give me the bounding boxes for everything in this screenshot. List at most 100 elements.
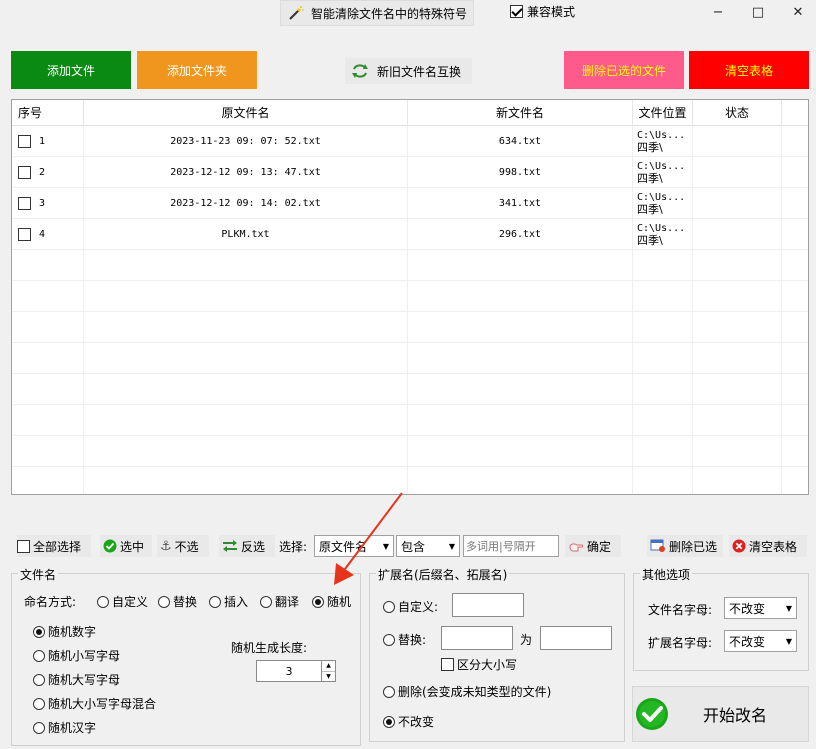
add-folder-button[interactable]: 添加文件夹 <box>137 51 257 89</box>
table-row[interactable]: 4 PLKM.txt 296.txt C:\Us... 四季\ <box>12 219 808 250</box>
delete-selected-files-button[interactable]: 删除已选的文件 <box>564 51 684 89</box>
case-sensitive-checkbox[interactable]: 区分大小写 <box>441 656 517 673</box>
radio-button[interactable] <box>33 649 45 662</box>
delete-selected-button[interactable]: 删除已选 <box>647 535 723 557</box>
start-rename-button[interactable]: 开始改名 <box>632 686 809 742</box>
mode-radio-translate[interactable]: 翻译 <box>260 593 299 610</box>
table-row[interactable]: 1 2023-11-23 09: 07: 52.txt 634.txt C:\Us..… <box>12 126 808 157</box>
radio-button[interactable] <box>97 595 109 608</box>
swap-names-button[interactable]: 新旧文件名互换 <box>345 58 472 84</box>
add-file-button[interactable]: 添加文件 <box>11 51 131 89</box>
random-chinese-radio[interactable]: 随机汉字 <box>33 719 96 736</box>
radio-button[interactable] <box>383 715 395 728</box>
cell-empty <box>84 405 408 436</box>
random-mixedcase-radio[interactable]: 随机大小写字母混合 <box>33 695 156 712</box>
app-title-button[interactable]: 智能清除文件名中的特殊符号 <box>280 0 474 26</box>
filename-group-title: 文件名 <box>18 566 59 583</box>
cell-empty <box>408 312 633 343</box>
random-option-label: 随机大小写字母混合 <box>48 697 157 711</box>
ext-case-select[interactable]: 不改变 ▼ <box>724 630 797 652</box>
minimize-button[interactable]: − <box>698 0 738 24</box>
table-row[interactable]: 2 2023-12-12 09: 13: 47.txt 998.txt C:\Us..… <box>12 157 808 188</box>
radio-button[interactable] <box>158 595 170 608</box>
clear-table-small-button[interactable]: 清空表格 <box>729 535 807 557</box>
mode-radio-replace[interactable]: 替换 <box>158 593 197 610</box>
header-original-name[interactable]: 原文件名 <box>84 100 408 126</box>
delete-selected-label: 删除已选 <box>669 539 718 554</box>
table-row[interactable]: 3 2023-12-12 09: 14: 02.txt 341.txt C:\Us..… <box>12 188 808 219</box>
radio-button[interactable] <box>33 697 45 710</box>
header-index[interactable]: 序号 <box>12 100 84 126</box>
file-table[interactable]: 序号 原文件名 新文件名 文件位置 状态 1 2023-11-23 09: 07:… <box>11 99 809 495</box>
radio-button[interactable] <box>312 595 324 608</box>
mode-radio-insert[interactable]: 插入 <box>209 593 248 610</box>
confirm-label: 确定 <box>587 539 612 554</box>
length-stepper[interactable]: 3 ▲ ▼ <box>256 660 336 682</box>
mode-radio-custom[interactable]: 自定义 <box>97 593 148 610</box>
clear-table-button[interactable]: 清空表格 <box>689 51 809 89</box>
keyword-input[interactable] <box>463 535 559 557</box>
cell-empty <box>12 281 84 312</box>
ext-replace-to-input[interactable] <box>540 626 612 650</box>
cell-empty <box>633 312 693 343</box>
select-all-check[interactable] <box>17 539 30 553</box>
case-sensitive-check[interactable] <box>441 658 454 671</box>
select-all-label: 全部选择 <box>33 539 82 554</box>
radio-button[interactable] <box>33 673 45 686</box>
select-all-checkbox[interactable]: 全部选择 <box>17 535 91 557</box>
cell-filler <box>782 219 808 250</box>
invert-label: 反选 <box>241 539 266 554</box>
ext-delete-radio[interactable]: 删除(会变成未知类型的文件) <box>383 683 551 700</box>
ext-custom-radio[interactable]: 自定义: <box>383 598 438 615</box>
length-label: 随机生成长度: <box>231 641 308 655</box>
ext-custom-input[interactable] <box>452 593 524 617</box>
table-row-empty <box>12 312 808 343</box>
stepper-up-icon[interactable]: ▲ <box>322 661 335 672</box>
cell-new-name: 998.txt <box>408 157 633 188</box>
compat-mode-checkbox[interactable]: 兼容模式 <box>510 3 575 20</box>
header-location[interactable]: 文件位置 <box>633 100 693 126</box>
stepper-down-icon[interactable]: ▼ <box>322 672 335 682</box>
maximize-button[interactable]: □ <box>738 0 778 24</box>
table-row-empty <box>12 281 808 312</box>
name-case-label: 文件名字母: <box>648 603 713 617</box>
row-index: 2 <box>39 167 46 178</box>
radio-button[interactable] <box>209 595 221 608</box>
cell-original-name: 2023-11-23 09: 07: 52.txt <box>84 126 408 157</box>
confirm-button[interactable]: 确定 <box>565 535 621 557</box>
row-checkbox[interactable] <box>18 228 31 241</box>
radio-button[interactable] <box>383 633 395 646</box>
mode-radio-random[interactable]: 随机 <box>312 593 351 610</box>
radio-button[interactable] <box>260 595 272 608</box>
table-row-empty <box>12 405 808 436</box>
cell-empty <box>84 312 408 343</box>
header-new-name[interactable]: 新文件名 <box>408 100 633 126</box>
length-value[interactable]: 3 <box>257 661 321 681</box>
random-digits-radio[interactable]: 随机数字 <box>33 623 96 640</box>
random-uppercase-radio[interactable]: 随机大写字母 <box>33 671 120 688</box>
ext-unchanged-radio[interactable]: 不改变 <box>383 713 434 730</box>
compat-mode-check[interactable] <box>510 5 523 18</box>
radio-button[interactable] <box>383 685 395 698</box>
ext-replace-radio[interactable]: 替换: <box>383 631 426 648</box>
row-checkbox[interactable] <box>18 166 31 179</box>
radio-button[interactable] <box>383 600 395 613</box>
radio-button[interactable] <box>33 625 45 638</box>
cell-index[interactable]: 2 <box>12 157 84 188</box>
name-case-select[interactable]: 不改变 ▼ <box>724 597 797 619</box>
ext-replace-from-input[interactable] <box>441 626 513 650</box>
close-button[interactable]: ✕ <box>778 0 816 24</box>
row-checkbox[interactable] <box>18 197 31 210</box>
random-lowercase-radio[interactable]: 随机小写字母 <box>33 647 120 664</box>
cell-index[interactable]: 4 <box>12 219 84 250</box>
cell-index[interactable]: 3 <box>12 188 84 219</box>
row-checkbox[interactable] <box>18 135 31 148</box>
select-button[interactable]: 选中 <box>100 535 152 557</box>
header-status[interactable]: 状态 <box>693 100 782 126</box>
location-line: C:\Us... <box>637 129 686 141</box>
header-filler <box>782 100 808 126</box>
deselect-button[interactable]: ⚓ 不选 <box>157 535 209 557</box>
cell-index[interactable]: 1 <box>12 126 84 157</box>
radio-button[interactable] <box>33 721 45 734</box>
invert-button[interactable]: 反选 <box>219 535 275 557</box>
